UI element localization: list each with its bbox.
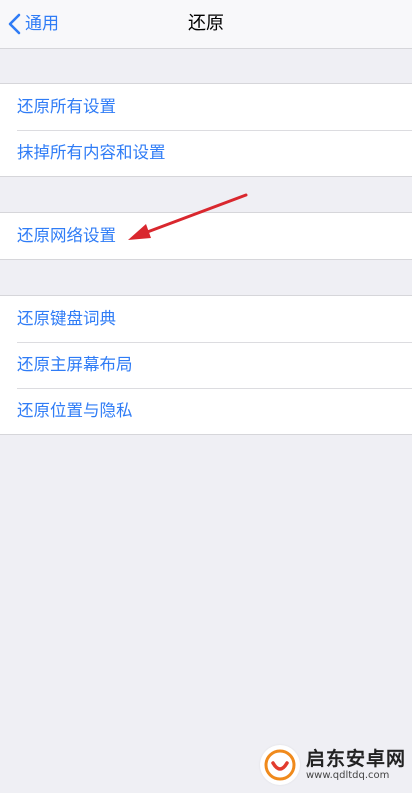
reset-home-screen-layout[interactable]: 还原主屏幕布局 xyxy=(0,342,412,388)
reset-keyboard-dictionary[interactable]: 还原键盘词典 xyxy=(0,296,412,342)
reset-all-settings[interactable]: 还原所有设置 xyxy=(0,84,412,130)
reset-group-3: 还原键盘词典 还原主屏幕布局 还原位置与隐私 xyxy=(0,295,412,435)
navigation-bar: 通用 还原 xyxy=(0,0,412,49)
erase-all-content-and-settings[interactable]: 抹掉所有内容和设置 xyxy=(0,130,412,176)
watermark-name: 启东安卓网 xyxy=(305,748,406,770)
watermark-logo-icon xyxy=(259,745,300,785)
reset-location-privacy[interactable]: 还原位置与隐私 xyxy=(0,388,412,434)
page-title: 还原 xyxy=(188,13,224,34)
reset-group-2: 还原网络设置 xyxy=(0,212,412,260)
watermark-url: www.qdltdq.com xyxy=(305,770,390,781)
reset-group-1: 还原所有设置 抹掉所有内容和设置 xyxy=(0,83,412,177)
watermark: 启东安卓网 www.qdltdq.com xyxy=(259,745,406,785)
reset-network-settings[interactable]: 还原网络设置 xyxy=(0,213,412,259)
